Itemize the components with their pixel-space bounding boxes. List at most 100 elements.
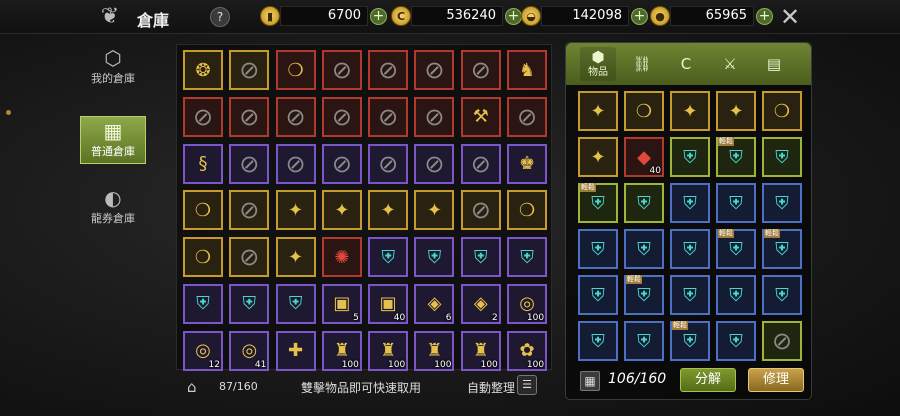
sidebar-item-0[interactable]: ⬡ 我的倉庫 — [80, 46, 146, 96]
item-slot[interactable]: ⛨ — [762, 183, 802, 223]
item-slot[interactable]: ✦ — [321, 190, 362, 231]
item-slot[interactable]: ◆ 40 — [624, 137, 664, 177]
item-slot[interactable]: ⛨ — [670, 275, 710, 315]
item-slot[interactable]: ⛨ — [716, 183, 756, 223]
item-slot[interactable]: ⛨ — [368, 237, 409, 278]
item-slot[interactable]: ⊘ — [460, 143, 501, 184]
item-slot[interactable]: ♞ — [507, 50, 548, 90]
item-slot[interactable]: ✦ — [578, 91, 618, 131]
auto-sort-icon[interactable]: ☰ — [517, 375, 537, 395]
item-slot[interactable]: ❍ — [275, 50, 316, 90]
item-slot[interactable]: ⛨ — [507, 237, 548, 278]
item-slot[interactable]: ❂ — [183, 50, 223, 90]
item-slot[interactable]: ❍ — [183, 237, 223, 278]
item-slot[interactable]: ⛨ — [670, 229, 710, 269]
tab-4[interactable]: ▤ — [756, 47, 792, 81]
item-slot[interactable]: ❍ — [762, 91, 802, 131]
add-currency-button[interactable]: + — [756, 7, 773, 25]
item-slot[interactable]: ♜ 100 — [321, 330, 362, 371]
item-slot[interactable]: ⛨ 輕鬆 — [578, 183, 618, 223]
add-currency-button[interactable]: + — [370, 7, 387, 25]
item-slot[interactable]: ◎ 12 — [183, 330, 223, 371]
item-slot[interactable]: ⛨ — [275, 283, 316, 324]
item-slot[interactable]: ⊘ — [368, 50, 409, 90]
item-slot[interactable]: ⛨ — [624, 321, 664, 361]
item-slot[interactable]: ⊘ — [414, 96, 455, 137]
auto-sort-label[interactable]: 自動整理 — [467, 379, 515, 396]
sidebar-item-2[interactable]: ◐ 龍券倉庫 — [80, 186, 146, 236]
item-slot[interactable]: ✦ — [275, 237, 316, 278]
item-slot[interactable]: ♜ 100 — [414, 330, 455, 371]
home-icon[interactable]: ⌂ — [187, 378, 197, 396]
tab-3[interactable]: ⚔ — [712, 47, 748, 81]
item-slot[interactable]: ✚ — [275, 330, 316, 371]
item-slot[interactable]: ⛨ 輕鬆 — [670, 321, 710, 361]
item-slot[interactable]: ⊘ — [229, 50, 270, 90]
item-slot[interactable]: ⛨ 輕鬆 — [716, 229, 756, 269]
item-slot[interactable]: ⊘ — [321, 96, 362, 137]
close-icon[interactable]: ✕ — [776, 3, 804, 31]
item-slot[interactable]: ⊘ — [229, 143, 270, 184]
item-slot[interactable]: ⛨ — [460, 237, 501, 278]
item-slot[interactable]: ⛨ 輕鬆 — [716, 137, 756, 177]
item-slot[interactable]: ⛨ — [762, 275, 802, 315]
item-slot[interactable]: ⚒ — [460, 96, 501, 137]
item-slot[interactable]: ▣ 40 — [368, 283, 409, 324]
item-slot[interactable]: ❍ — [183, 190, 223, 231]
item-slot[interactable]: ⊘ — [183, 96, 223, 137]
item-slot[interactable]: ✺ — [321, 237, 362, 278]
item-slot[interactable]: ❍ — [624, 91, 664, 131]
item-slot[interactable]: ⊘ — [275, 96, 316, 137]
item-slot[interactable]: ⛨ — [578, 321, 618, 361]
repair-button[interactable]: 修理 — [748, 368, 804, 392]
item-slot[interactable]: ✦ — [716, 91, 756, 131]
item-slot[interactable]: ⊘ — [321, 143, 362, 184]
tab-0[interactable]: ⬢ 物品 — [580, 47, 616, 81]
item-slot[interactable]: ⊘ — [368, 143, 409, 184]
item-slot[interactable]: ⛨ — [670, 183, 710, 223]
item-slot[interactable]: ✦ — [368, 190, 409, 231]
item-slot[interactable]: ⊘ — [762, 321, 802, 361]
item-slot[interactable]: ♚ — [507, 143, 548, 184]
item-slot[interactable]: ❍ — [507, 190, 548, 231]
item-slot[interactable]: ⛨ — [716, 321, 756, 361]
item-slot[interactable]: ⛨ — [414, 237, 455, 278]
add-currency-button[interactable]: + — [631, 7, 648, 25]
item-slot[interactable]: ✦ — [578, 137, 618, 177]
item-slot[interactable]: ✦ — [670, 91, 710, 131]
item-slot[interactable]: ✿ 100 — [507, 330, 548, 371]
item-slot[interactable]: ⊘ — [275, 143, 316, 184]
item-slot[interactable]: ◈ 6 — [414, 283, 455, 324]
item-slot[interactable]: ✦ — [275, 190, 316, 231]
item-slot[interactable]: ⊘ — [460, 50, 501, 90]
item-slot[interactable]: ⛨ — [229, 283, 270, 324]
item-slot[interactable]: ⛨ — [578, 229, 618, 269]
help-button[interactable]: ? — [210, 7, 230, 27]
item-slot[interactable]: ⛨ — [716, 275, 756, 315]
item-slot[interactable]: ◎ 41 — [229, 330, 270, 371]
item-slot[interactable]: ▣ 5 — [321, 283, 362, 324]
item-slot[interactable]: ⛨ 輕鬆 — [762, 229, 802, 269]
item-slot[interactable]: ⛨ 輕鬆 — [624, 275, 664, 315]
item-slot[interactable]: ⛨ — [762, 137, 802, 177]
grid-view-icon[interactable]: ▦ — [580, 371, 600, 391]
item-slot[interactable]: ⊘ — [460, 190, 501, 231]
item-slot[interactable]: ⛨ — [578, 275, 618, 315]
add-currency-button[interactable]: + — [505, 7, 522, 25]
item-slot[interactable]: ✦ — [414, 190, 455, 231]
item-slot[interactable]: ⛨ — [624, 183, 664, 223]
item-slot[interactable]: § — [183, 143, 223, 184]
item-slot[interactable]: ⊘ — [229, 190, 270, 231]
item-slot[interactable]: ⊘ — [414, 143, 455, 184]
item-slot[interactable]: ⊘ — [229, 96, 270, 137]
item-slot[interactable]: ⊘ — [321, 50, 362, 90]
item-slot[interactable]: ⛨ — [624, 229, 664, 269]
sidebar-item-1[interactable]: ▦ 普通倉庫 — [80, 116, 146, 164]
item-slot[interactable]: ⊘ — [229, 237, 270, 278]
item-slot[interactable]: ♜ 100 — [368, 330, 409, 371]
item-slot[interactable]: ⊘ — [414, 50, 455, 90]
item-slot[interactable]: ◈ 2 — [460, 283, 501, 324]
item-slot[interactable]: ⛨ — [183, 283, 223, 324]
item-slot[interactable]: ⊘ — [368, 96, 409, 137]
item-slot[interactable]: ⛨ — [670, 137, 710, 177]
